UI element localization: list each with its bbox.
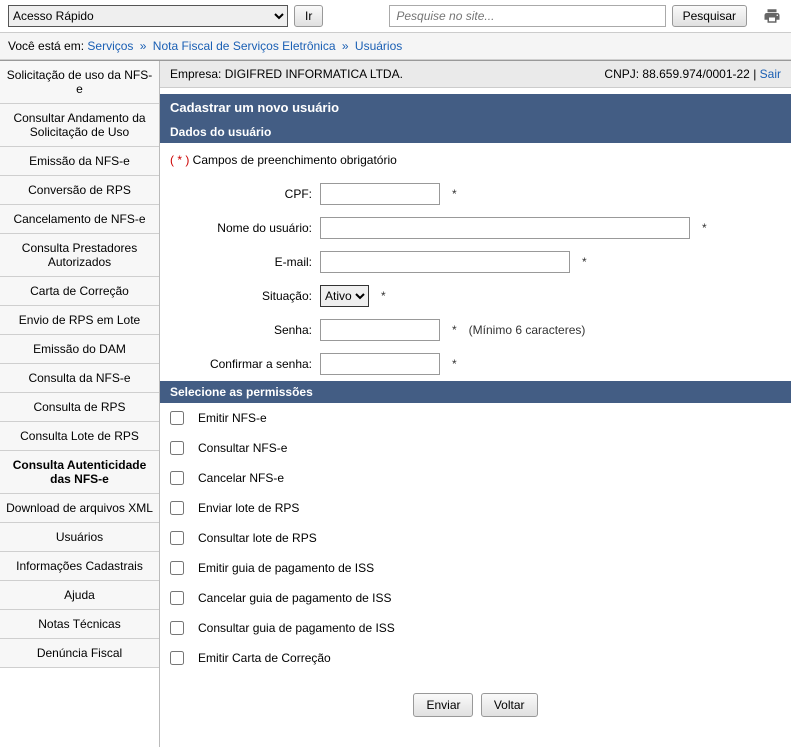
permission-label-7: Consultar guia de pagamento de ISS bbox=[198, 621, 395, 635]
permission-checkbox-7[interactable] bbox=[170, 621, 184, 635]
permission-row-1: Consultar NFS-e bbox=[160, 433, 791, 463]
permission-row-0: Emitir NFS-e bbox=[160, 403, 791, 433]
panel-subtitle-perm: Selecione as permissões bbox=[160, 381, 791, 403]
permission-checkbox-0[interactable] bbox=[170, 411, 184, 425]
email-label: E-mail: bbox=[170, 255, 320, 269]
breadcrumb-link-usuarios[interactable]: Usuários bbox=[355, 39, 402, 53]
required-note: ( * ) Campos de preenchimento obrigatóri… bbox=[160, 143, 791, 177]
required-mark: * bbox=[702, 221, 707, 235]
email-input[interactable] bbox=[320, 251, 570, 273]
breadcrumb-link-servicos[interactable]: Serviços bbox=[87, 39, 133, 53]
permission-checkbox-5[interactable] bbox=[170, 561, 184, 575]
permission-checkbox-2[interactable] bbox=[170, 471, 184, 485]
nome-input[interactable] bbox=[320, 217, 690, 239]
required-mark: * bbox=[381, 289, 386, 303]
situacao-label: Situação: bbox=[170, 289, 320, 303]
confirmar-label: Confirmar a senha: bbox=[170, 357, 320, 371]
required-mark: * bbox=[452, 187, 457, 201]
sidebar-item-9[interactable]: Consulta da NFS-e bbox=[0, 364, 159, 393]
permission-row-5: Emitir guia de pagamento de ISS bbox=[160, 553, 791, 583]
permission-label-1: Consultar NFS-e bbox=[198, 441, 287, 455]
situacao-select[interactable]: Ativo bbox=[320, 285, 369, 307]
permission-checkbox-8[interactable] bbox=[170, 651, 184, 665]
permission-row-3: Enviar lote de RPS bbox=[160, 493, 791, 523]
cpf-label: CPF: bbox=[170, 187, 320, 201]
sidebar-item-8[interactable]: Emissão do DAM bbox=[0, 335, 159, 364]
sidebar: Solicitação de uso da NFS-eConsultar And… bbox=[0, 61, 160, 747]
sidebar-item-15[interactable]: Informações Cadastrais bbox=[0, 552, 159, 581]
cnpj-prefix: CNPJ: bbox=[604, 67, 639, 81]
logout-link[interactable]: Sair bbox=[760, 67, 781, 81]
permission-row-6: Cancelar guia de pagamento de ISS bbox=[160, 583, 791, 613]
permission-checkbox-1[interactable] bbox=[170, 441, 184, 455]
permission-label-4: Consultar lote de RPS bbox=[198, 531, 317, 545]
sidebar-item-5[interactable]: Consulta Prestadores Autorizados bbox=[0, 234, 159, 277]
senha-label: Senha: bbox=[170, 323, 320, 337]
permission-label-3: Enviar lote de RPS bbox=[198, 501, 299, 515]
permission-label-0: Emitir NFS-e bbox=[198, 411, 267, 425]
panel-subtitle-data: Dados do usuário bbox=[160, 121, 791, 143]
required-mark: * bbox=[582, 255, 587, 269]
sidebar-item-18[interactable]: Denúncia Fiscal bbox=[0, 639, 159, 668]
permission-label-5: Emitir guia de pagamento de ISS bbox=[198, 561, 374, 575]
sidebar-item-0[interactable]: Solicitação de uso da NFS-e bbox=[0, 61, 159, 104]
breadcrumb-link-nfse[interactable]: Nota Fiscal de Serviços Eletrônica bbox=[153, 39, 336, 53]
submit-button[interactable]: Enviar bbox=[413, 693, 473, 717]
sidebar-item-10[interactable]: Consulta de RPS bbox=[0, 393, 159, 422]
permission-label-6: Cancelar guia de pagamento de ISS bbox=[198, 591, 391, 605]
permission-row-7: Consultar guia de pagamento de ISS bbox=[160, 613, 791, 643]
breadcrumb: Você está em: Serviços » Nota Fiscal de … bbox=[0, 33, 791, 60]
company-row: Empresa: DIGIFRED INFORMATICA LTDA. CNPJ… bbox=[160, 61, 791, 88]
sidebar-item-7[interactable]: Envio de RPS em Lote bbox=[0, 306, 159, 335]
permission-row-8: Emitir Carta de Correção bbox=[160, 643, 791, 673]
sidebar-item-4[interactable]: Cancelamento de NFS-e bbox=[0, 205, 159, 234]
sidebar-item-13[interactable]: Download de arquivos XML bbox=[0, 494, 159, 523]
sidebar-item-14[interactable]: Usuários bbox=[0, 523, 159, 552]
sidebar-item-2[interactable]: Emissão da NFS-e bbox=[0, 147, 159, 176]
search-button[interactable]: Pesquisar bbox=[672, 5, 747, 27]
permission-row-4: Consultar lote de RPS bbox=[160, 523, 791, 553]
confirmar-input[interactable] bbox=[320, 353, 440, 375]
cnpj-value: 88.659.974/0001-22 bbox=[642, 67, 749, 81]
permission-checkbox-6[interactable] bbox=[170, 591, 184, 605]
sidebar-item-11[interactable]: Consulta Lote de RPS bbox=[0, 422, 159, 451]
print-icon[interactable] bbox=[761, 5, 783, 27]
breadcrumb-prefix: Você está em: bbox=[8, 39, 84, 53]
search-input[interactable] bbox=[389, 5, 665, 27]
go-button[interactable]: Ir bbox=[294, 5, 323, 27]
sidebar-item-6[interactable]: Carta de Correção bbox=[0, 277, 159, 306]
sidebar-item-12[interactable]: Consulta Autenticidade das NFS-e bbox=[0, 451, 159, 494]
required-mark: * bbox=[452, 357, 457, 371]
permission-row-2: Cancelar NFS-e bbox=[160, 463, 791, 493]
sidebar-item-1[interactable]: Consultar Andamento da Solicitação de Us… bbox=[0, 104, 159, 147]
sidebar-item-16[interactable]: Ajuda bbox=[0, 581, 159, 610]
company-name: DIGIFRED INFORMATICA LTDA. bbox=[225, 67, 403, 81]
sidebar-item-3[interactable]: Conversão de RPS bbox=[0, 176, 159, 205]
permission-checkbox-4[interactable] bbox=[170, 531, 184, 545]
company-prefix: Empresa: bbox=[170, 67, 221, 81]
cpf-input[interactable] bbox=[320, 183, 440, 205]
permission-label-2: Cancelar NFS-e bbox=[198, 471, 284, 485]
sidebar-item-17[interactable]: Notas Técnicas bbox=[0, 610, 159, 639]
permission-checkbox-3[interactable] bbox=[170, 501, 184, 515]
required-mark: * bbox=[452, 323, 457, 337]
quick-access-select[interactable]: Acesso Rápido bbox=[8, 5, 288, 27]
panel-title: Cadastrar um novo usuário bbox=[160, 94, 791, 121]
permission-label-8: Emitir Carta de Correção bbox=[198, 651, 331, 665]
senha-input[interactable] bbox=[320, 319, 440, 341]
back-button[interactable]: Voltar bbox=[481, 693, 538, 717]
nome-label: Nome do usuário: bbox=[170, 221, 320, 235]
senha-hint: (Mínimo 6 caracteres) bbox=[469, 323, 586, 337]
